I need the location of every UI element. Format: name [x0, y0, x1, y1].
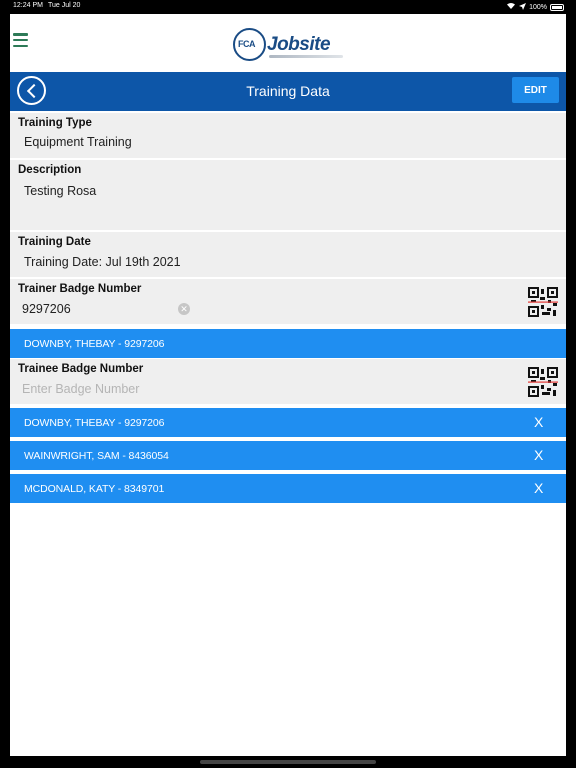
trainee-name: MCDONALD, KATY - 8349701 [24, 483, 165, 495]
trainer-badge-field: Trainer Badge Number ✕ [10, 279, 566, 324]
trainer-row[interactable]: DOWNBY, THEBAY - 9297206 [10, 329, 566, 358]
trainer-badge-label: Trainer Badge Number [18, 283, 142, 295]
logo-swoosh [269, 55, 343, 58]
edit-button[interactable]: EDIT [512, 77, 559, 103]
remove-trainee-button[interactable]: X [534, 480, 543, 496]
training-date-value: Training Date: Jul 19th 2021 [24, 255, 181, 269]
remove-trainee-button[interactable]: X [534, 414, 543, 430]
status-time: 12:24 PM [13, 2, 43, 9]
trainee-name: WAINWRIGHT, SAM - 8436054 [24, 450, 169, 462]
trainee-badge-label: Trainee Badge Number [18, 363, 144, 375]
trainee-badge-field: Trainee Badge Number [10, 359, 566, 404]
qr-code-scan-icon[interactable] [528, 367, 558, 397]
trainee-row[interactable]: MCDONALD, KATY - 8349701 X [10, 474, 566, 503]
trainer-badge-input[interactable] [22, 300, 192, 318]
trainee-row[interactable]: DOWNBY, THEBAY - 9297206 X [10, 408, 566, 437]
trainee-name: DOWNBY, THEBAY - 9297206 [24, 417, 165, 429]
training-type-label: Training Type [18, 117, 92, 129]
trainee-badge-input[interactable] [22, 380, 192, 398]
trainee-row[interactable]: WAINWRIGHT, SAM - 8436054 X [10, 441, 566, 470]
description-field: Description Testing Rosa [10, 160, 566, 230]
hamburger-menu-icon[interactable] [13, 33, 28, 47]
training-date-field: Training Date Training Date: Jul 19th 20… [10, 232, 566, 277]
training-type-value: Equipment Training [24, 135, 132, 149]
app-screen: FCA Jobsite Training Data EDIT Training … [10, 14, 566, 756]
clear-input-icon[interactable]: ✕ [178, 303, 190, 315]
location-icon [519, 2, 527, 12]
qr-code-scan-icon[interactable] [528, 287, 558, 317]
training-date-label: Training Date [18, 236, 91, 248]
remove-trainee-button[interactable]: X [534, 447, 543, 463]
training-type-field: Training Type Equipment Training [10, 113, 566, 158]
home-indicator[interactable] [200, 760, 376, 764]
wifi-icon [506, 2, 516, 12]
description-value: Testing Rosa [24, 184, 97, 198]
status-date: Tue Jul 20 [48, 2, 81, 9]
jobsite-logo: FCA Jobsite [233, 28, 345, 62]
nav-bar: Training Data EDIT [10, 72, 566, 111]
status-bar: 12:24 PM Tue Jul 20 100% [0, 0, 576, 13]
status-indicators: 100% [506, 2, 564, 12]
logo-jobsite-text: Jobsite [267, 34, 331, 55]
description-label: Description [18, 164, 82, 176]
battery-percent: 100% [529, 3, 547, 11]
battery-icon [550, 3, 564, 11]
page-title: Training Data [246, 83, 330, 99]
app-header: FCA Jobsite [10, 14, 566, 72]
trainer-name: DOWNBY, THEBAY - 9297206 [24, 338, 165, 350]
logo-fca-text: FCA [238, 39, 256, 49]
